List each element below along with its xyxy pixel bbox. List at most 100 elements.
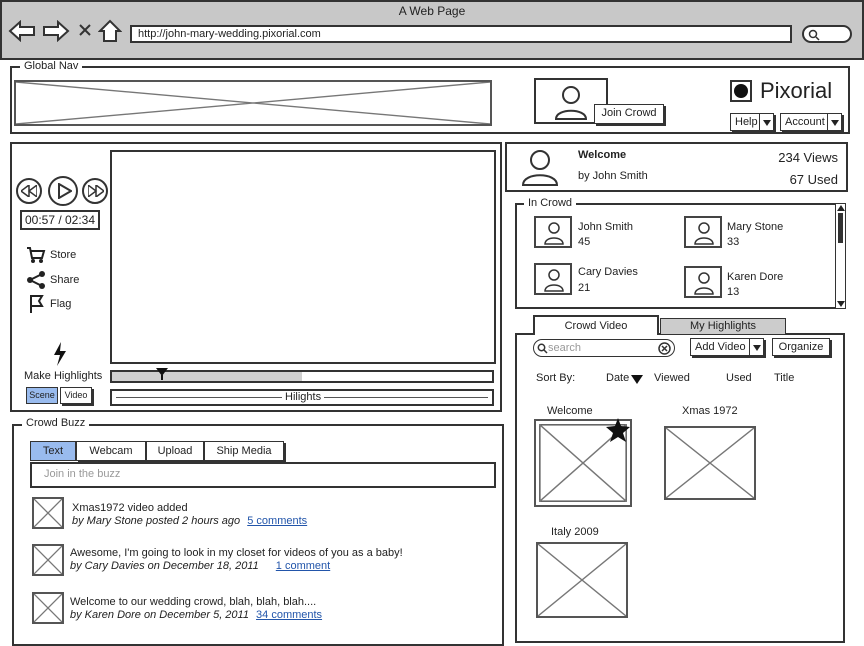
tab-webcam[interactable]: Webcam [76,441,146,461]
lightning-icon [54,342,66,366]
buzz-input[interactable]: Join in the buzz [30,462,496,488]
crowd-member-name[interactable]: Karen Dore [727,271,783,283]
post-meta: by Mary Stone posted 2 hours ago 5 comme… [72,515,307,527]
tab-upload[interactable]: Upload [146,441,204,461]
share-icon [27,271,45,289]
time-display: 00:57 / 02:34 [20,210,100,230]
sort-desc-icon [631,375,643,384]
progress-handle-icon[interactable] [156,368,168,380]
progress-fill [112,372,302,381]
crowd-member-name[interactable]: Cary Davies [578,266,638,278]
rewind-button[interactable] [16,178,42,204]
crowd-member-avatar[interactable] [534,263,572,295]
play-icon [58,183,72,199]
flag-action[interactable]: Flag [50,298,71,310]
video-toggle[interactable]: Video [60,387,92,404]
add-video-label: Add Video [695,341,746,353]
account-dropdown[interactable]: Account [780,113,842,131]
star-icon[interactable] [605,418,631,442]
home-icon[interactable] [98,19,122,43]
tab-ship-media-label: Ship Media [216,445,272,457]
cart-icon [27,247,46,263]
crowd-member-avatar[interactable] [684,216,722,248]
organize-button[interactable]: Organize [772,338,830,356]
post-comments-link[interactable]: 34 comments [256,609,322,621]
browser-search-field[interactable] [802,25,852,43]
post-thumbnail [32,497,64,529]
search-placeholder: search [548,342,582,354]
crowd-member-avatar[interactable] [534,216,572,248]
crowd-member-count: 33 [727,236,740,248]
crowd-member-name[interactable]: John Smith [578,221,633,233]
share-action[interactable]: Share [50,274,79,286]
post-text: Awesome, I'm going to look in my closet … [70,547,403,559]
clear-icon[interactable] [658,342,671,355]
url-text: http://john-mary-wedding.pixorial.com [138,28,321,40]
video-title: Italy 2009 [551,526,599,538]
post-text: Xmas1972 video added [72,502,188,514]
video-title: Xmas 1972 [682,405,738,417]
welcome-title: Welcome [578,149,627,161]
rewind-icon [21,185,37,197]
views-count: 234 Views [778,150,838,165]
tab-my-highlights[interactable]: My Highlights [660,318,786,334]
back-icon[interactable] [8,20,36,42]
sort-title[interactable]: Title [774,372,794,384]
welcome-author: by John Smith [578,170,648,182]
store-action[interactable]: Store [50,249,76,261]
stop-icon[interactable] [78,23,92,37]
post-comments-link[interactable]: 1 comment [276,560,330,572]
crowd-member-name[interactable]: Mary Stone [727,221,783,233]
crowd-member-count: 45 [578,236,591,248]
tab-my-highlights-label: My Highlights [689,320,757,332]
tab-webcam-label: Webcam [89,445,133,457]
scene-toggle[interactable]: Scene [26,387,58,404]
scroll-up-arrow[interactable] [837,205,845,211]
make-highlights-label: Make Highlights [24,370,103,382]
crowd-member-avatar[interactable] [684,266,722,298]
sort-by-label: Sort By: [536,372,576,384]
video-thumbnail[interactable] [664,426,756,500]
post-thumbnail [32,592,64,624]
sort-viewed[interactable]: Viewed [654,372,690,384]
tab-crowd-video[interactable]: Crowd Video [533,315,659,335]
user-icon [554,86,588,120]
search-icon [537,343,548,354]
user-icon [544,269,564,292]
video-search-field[interactable]: search [533,339,675,357]
fast-forward-button[interactable] [82,178,108,204]
highlights-label: Hilights [282,391,325,403]
flag-icon [30,295,44,313]
join-crowd-button[interactable]: Join Crowd [594,104,664,124]
add-video-dropdown[interactable]: Add Video [690,338,764,356]
brand-name: Pixorial [760,78,833,103]
window-title: A Web Page [398,4,466,18]
scroll-down-arrow[interactable] [837,301,845,307]
global-nav-legend: Global Nav [20,60,83,72]
post-comments-link[interactable]: 5 comments [247,515,307,527]
account-label: Account [785,116,825,128]
sort-used[interactable]: Used [726,372,752,384]
scrollbar[interactable] [835,204,845,308]
crowd-member-count: 21 [578,282,591,294]
user-icon [544,222,564,245]
tab-text[interactable]: Text [30,441,76,461]
post-byline: by Karen Dore on December 5, 2011 [70,609,249,621]
buzz-input-placeholder: Join in the buzz [44,468,121,480]
search-icon [808,29,820,41]
highlights-track[interactable]: Hilights [110,389,494,406]
post-byline: by Cary Davies on December 18, 2011 [70,560,259,572]
crowd-member-count: 13 [727,286,740,298]
scroll-thumb[interactable] [838,213,843,243]
chevron-down-icon [749,339,763,355]
help-dropdown[interactable]: Help [730,113,774,131]
forward-icon[interactable] [42,20,70,42]
address-bar[interactable]: http://john-mary-wedding.pixorial.com [130,25,792,43]
video-thumbnail[interactable] [536,542,628,618]
video-player[interactable] [110,150,496,364]
play-button[interactable] [48,176,78,206]
tab-ship-media[interactable]: Ship Media [204,441,284,461]
post-byline: by Mary Stone posted 2 hours ago [72,515,241,527]
post-text: Welcome to our wedding crowd, blah, blah… [70,596,317,608]
sort-date[interactable]: Date [606,372,629,384]
